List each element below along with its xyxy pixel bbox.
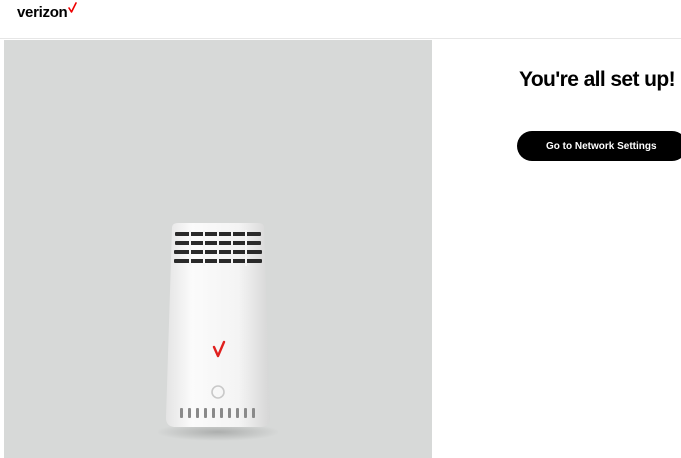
go-to-network-settings-button[interactable]: Go to Network Settings: [517, 131, 681, 161]
checkmark-icon: [68, 2, 78, 13]
router-hero-image: [4, 40, 432, 458]
setup-complete-panel: You're all set up! Go to Network Setting…: [432, 40, 681, 458]
router-icon: [158, 223, 278, 441]
verizon-logo[interactable]: verizon: [17, 2, 78, 22]
top-bar: verizon: [0, 0, 681, 39]
logo-wordmark: verizon: [17, 4, 68, 21]
page-title: You're all set up!: [518, 68, 676, 91]
